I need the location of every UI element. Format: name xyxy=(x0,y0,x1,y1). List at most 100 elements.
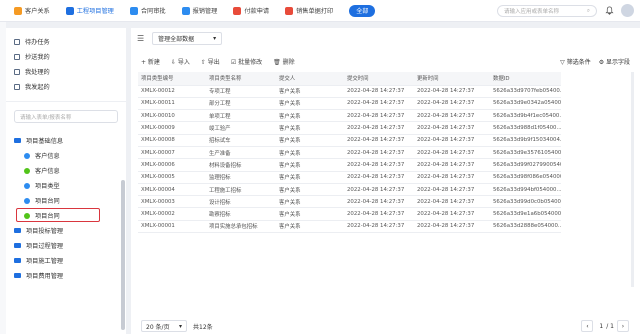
prev-page-button[interactable]: ‹ xyxy=(581,320,594,332)
table-cell: 客户关系 xyxy=(276,121,344,135)
table-cell: 5626a33d99f027990054000... xyxy=(490,158,561,172)
import-button[interactable]: ⇩ 导入 xyxy=(171,57,190,66)
table-cell: 5626a33d2888e054000... xyxy=(490,220,561,234)
tree-group-process[interactable]: 项目过程管理 xyxy=(6,238,126,253)
table-cell: 5626a33d99d0c0b054000... xyxy=(490,195,561,209)
tree-group-expenses[interactable]: 项目费用管理 xyxy=(6,268,126,283)
table-cell: 5626a33d9e0342a05400... xyxy=(490,97,561,111)
batch-edit-button[interactable]: ☑ 批量修改 xyxy=(231,57,262,66)
table-cell: 2022-04-28 14:27:37 xyxy=(344,109,414,123)
table-row[interactable]: XMLX-00011 部分工程 客户关系 2022-04-28 14:27:37 202… xyxy=(138,97,561,111)
view-bar: ☰ 管理全部数据 ▾ xyxy=(131,28,640,48)
tree-item-customer-info-report[interactable]: 客户信息 xyxy=(6,163,126,178)
table-row[interactable]: XMLX-00004 工程施工招标 客户关系 2022-04-28 14:27:37 2… xyxy=(138,183,561,197)
table-row[interactable]: XMLX-00009 竣工验产 客户关系 2022-04-28 14:27:37 202… xyxy=(138,121,561,135)
tab-reimbursement[interactable]: 报销管理 xyxy=(176,3,224,19)
tree-group-bidding[interactable]: 项目投标管理 xyxy=(6,223,126,238)
table-row[interactable]: XMLX-00003 设计招标 客户关系 2022-04-28 14:27:37 202… xyxy=(138,195,561,209)
table-scrollbar[interactable] xyxy=(631,72,634,287)
sidebar-item-handled[interactable]: 我处理的 xyxy=(6,64,126,79)
pagination-footer: 20 条/页 ▾ 共12条 ‹ 1 / 1 › xyxy=(131,318,640,334)
app-icon xyxy=(14,6,22,15)
table-cell: 2022-04-28 14:27:37 xyxy=(344,207,414,221)
form-icon xyxy=(24,152,30,159)
table-cell: 2022-04-28 14:27:37 xyxy=(414,220,490,234)
column-header[interactable]: 项目类型名称 xyxy=(206,72,276,86)
table-cell: 5626a33d988d1f05400... xyxy=(490,121,561,135)
table-row[interactable]: XMLX-00012 专项工程 客户关系 2022-04-28 14:27:37 202… xyxy=(138,85,561,98)
delete-button[interactable]: 🗑 删除 xyxy=(273,57,295,66)
display-fields-button[interactable]: ⚙ 显示字段 xyxy=(599,57,630,66)
table-row[interactable]: XMLX-00008 招标试车 客户关系 2022-04-28 14:27:37 202… xyxy=(138,134,561,147)
table-row[interactable]: XMLX-00005 监理招标 客户关系 2022-04-28 14:27:37 202… xyxy=(138,171,561,184)
table-row[interactable]: XMLX-00001 项目实施总承包招标 客户关系 2022-04-28 14:27:… xyxy=(138,220,561,234)
table-cell: 2022-04-28 14:27:37 xyxy=(344,220,414,234)
view-select[interactable]: 管理全部数据 ▾ xyxy=(152,31,223,45)
tree-group-construction[interactable]: 项目施工管理 xyxy=(6,253,126,268)
table-cell: 2022-04-28 14:27:37 xyxy=(344,195,414,209)
table-row[interactable]: XMLX-00006 材料设备招标 客户关系 2022-04-28 14:27:37 2… xyxy=(138,158,561,172)
table-cell: 5626a33d9707feb05400... xyxy=(490,85,561,98)
column-header[interactable]: 数据ID xyxy=(490,72,561,86)
table-row[interactable]: XMLX-00010 单项工程 客户关系 2022-04-28 14:27:37 202… xyxy=(138,109,561,123)
folder-icon xyxy=(14,243,21,248)
menu-icon[interactable]: ☰ xyxy=(137,34,144,43)
table-cell: 2022-04-28 14:27:37 xyxy=(344,171,414,184)
form-search-input[interactable]: 请输入表单/报表名称 xyxy=(14,110,118,123)
table-row[interactable]: XMLX-00002 勘察招标 客户关系 2022-04-28 14:27:37 202… xyxy=(138,207,561,221)
all-apps-button[interactable]: 全部 xyxy=(349,4,376,17)
column-header[interactable]: 提交时间 xyxy=(344,72,414,86)
table-cell: 2022-04-28 14:27:37 xyxy=(414,146,490,160)
table-cell: 生产准备 xyxy=(206,146,276,160)
tree-group-basic-info[interactable]: 项目基础信息 xyxy=(6,133,126,148)
column-header[interactable]: 项目类型编号 xyxy=(138,72,206,86)
divider xyxy=(6,101,126,102)
table-cell: XMLX-00003 xyxy=(138,195,206,209)
tab-contract-approval[interactable]: 合同审批 xyxy=(124,3,172,19)
tab-customer-relations[interactable]: 客户关系 xyxy=(8,3,56,19)
table-cell: 客户关系 xyxy=(276,220,344,234)
tab-payment-request[interactable]: 付款申请 xyxy=(227,3,275,19)
sidebar-item-initiated[interactable]: 我发起的 xyxy=(6,79,126,94)
tree-item-project-type[interactable]: 项目类型 xyxy=(6,178,126,193)
table-cell: 5626a33d994bf054000... xyxy=(490,183,561,197)
avatar[interactable] xyxy=(621,4,634,17)
total-count: 共12条 xyxy=(193,323,213,331)
table-cell: 2022-04-28 14:27:37 xyxy=(344,158,414,172)
search-icon: ⌕ xyxy=(586,7,590,14)
page-size-select[interactable]: 20 条/页 ▾ xyxy=(141,320,187,332)
page-current[interactable]: 1 xyxy=(599,323,603,330)
sidebar-item-todo[interactable]: 待办任务 xyxy=(6,34,126,49)
app-icon xyxy=(65,6,74,15)
tree-item-project-contract[interactable]: 项目台同 xyxy=(6,193,126,208)
tab-project-management[interactable]: 工程项目管理 xyxy=(60,3,120,19)
sidebar-item-cc[interactable]: 抄送我的 xyxy=(6,49,126,64)
table-cell: XMLX-00012 xyxy=(138,85,206,98)
tree-item-customer-info[interactable]: 客户信息 xyxy=(6,148,126,163)
table-cell: 监理招标 xyxy=(206,171,276,184)
report-icon xyxy=(24,167,30,174)
table-cell: XMLX-00009 xyxy=(138,121,206,135)
folder-icon xyxy=(14,228,21,233)
tab-sales-print[interactable]: 销售单据打印 xyxy=(279,3,339,19)
table-cell: 2022-04-28 14:27:37 xyxy=(344,121,414,135)
table-cell: 部分工程 xyxy=(206,97,276,111)
table-cell: XMLX-00001 xyxy=(138,220,206,234)
column-header[interactable]: 更新时间 xyxy=(414,72,490,86)
filter-button[interactable]: ▽ 筛选条件 xyxy=(560,57,591,66)
table-cell: 2022-04-28 14:27:37 xyxy=(344,134,414,147)
next-page-button[interactable]: › xyxy=(617,320,629,332)
folder-icon xyxy=(14,273,21,278)
data-table: 项目类型编号 项目类型名称 提交人 提交时间 更新时间 数据ID XMLX-00… xyxy=(138,72,561,234)
document-icon xyxy=(14,83,20,90)
table-row[interactable]: XMLX-00007 生产准备 客户关系 2022-04-28 14:27:37 202… xyxy=(138,146,561,160)
new-button[interactable]: + 新建 xyxy=(141,57,160,66)
table-cell: 客户关系 xyxy=(276,207,344,221)
bell-icon[interactable] xyxy=(605,6,614,15)
table-cell: 工程施工招标 xyxy=(206,183,276,197)
sidebar-scrollbar[interactable] xyxy=(121,180,125,330)
app-search-input[interactable]: 请输入应用或表单名称 ⌕ xyxy=(497,5,597,17)
export-button[interactable]: ⇧ 导出 xyxy=(201,57,220,66)
table-cell: 专项工程 xyxy=(206,85,276,98)
column-header[interactable]: 提交人 xyxy=(276,72,344,86)
